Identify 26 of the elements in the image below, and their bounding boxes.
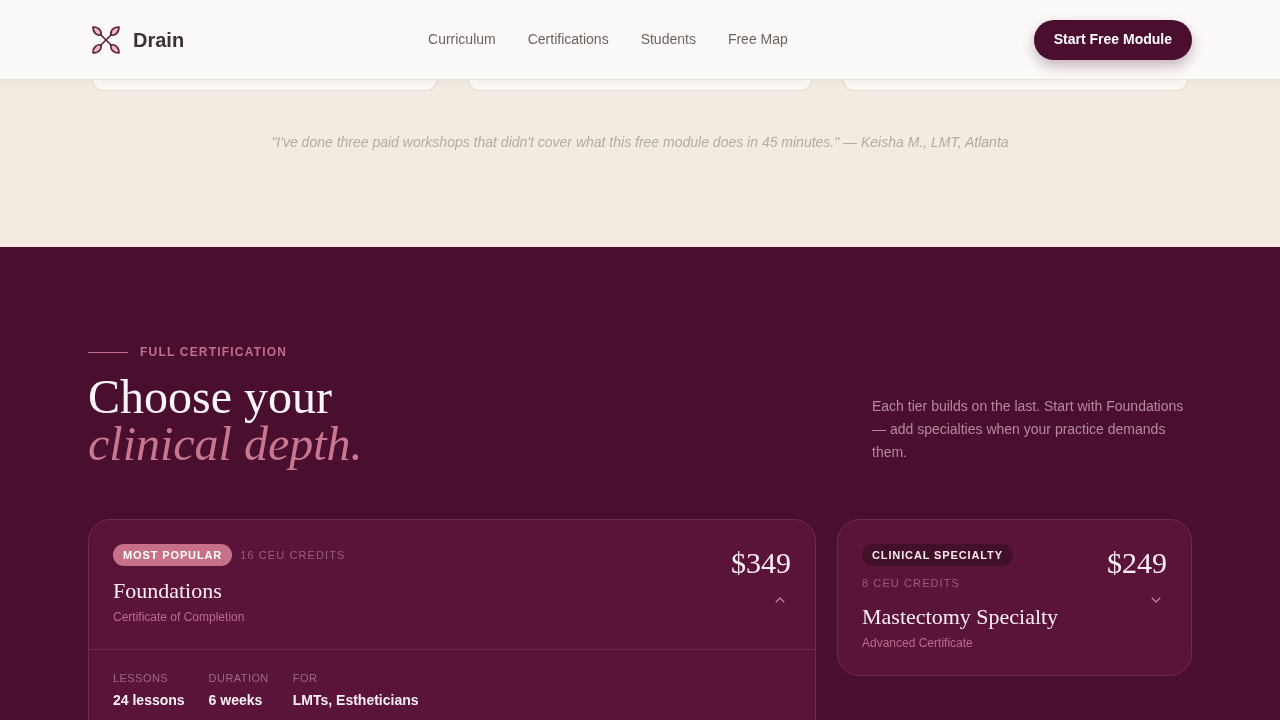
tier-name: Foundations xyxy=(113,578,223,604)
ceu-credits: 16 CEU CREDITS xyxy=(240,547,346,563)
detail-label: FOR xyxy=(292,671,319,685)
detail-label: LESSONS xyxy=(113,671,170,685)
tier-price: $349 xyxy=(731,546,791,580)
nav-link[interactable]: Free Map xyxy=(727,29,788,50)
section-intro: Each tier builds on the last. Start with Foundations — add specialties when your practice demands them. xyxy=(872,397,1185,462)
section-eyebrow: FULL CERTIFICATION xyxy=(140,344,288,361)
testimonial-quote: "I've done three paid workshops that didn't cover what this free module does in 45 minutes." — Keisha M., LMT, Atlanta xyxy=(270,133,1010,151)
logo-icon xyxy=(91,24,121,55)
tier-badge: MOST POPULAR xyxy=(113,544,233,566)
detail-value: 6 weeks xyxy=(208,691,264,709)
nav-link[interactable]: Students xyxy=(640,29,696,50)
tier-badge: CLINICAL SPECIALTY xyxy=(862,544,1013,566)
detail-label: DURATION xyxy=(208,671,269,685)
detail-value: LMTs, Estheticians xyxy=(292,691,419,709)
nav-link[interactable]: Curriculum xyxy=(428,29,496,50)
tier-subtitle: Certificate of Completion xyxy=(113,609,246,625)
tier-subtitle: Advanced Certificate xyxy=(862,634,974,651)
detail-value: 24 lessons xyxy=(113,691,185,709)
start-free-module-button[interactable]: Start Free Module xyxy=(1033,19,1192,60)
tier-name: Mastectomy Specialty xyxy=(862,603,1060,630)
nav-link[interactable]: Certifications xyxy=(527,29,609,50)
tier-price: $249 xyxy=(1107,546,1167,580)
ceu-credits: 8 CEU CREDITS xyxy=(862,576,961,591)
brand-name[interactable]: Drain xyxy=(133,24,185,55)
